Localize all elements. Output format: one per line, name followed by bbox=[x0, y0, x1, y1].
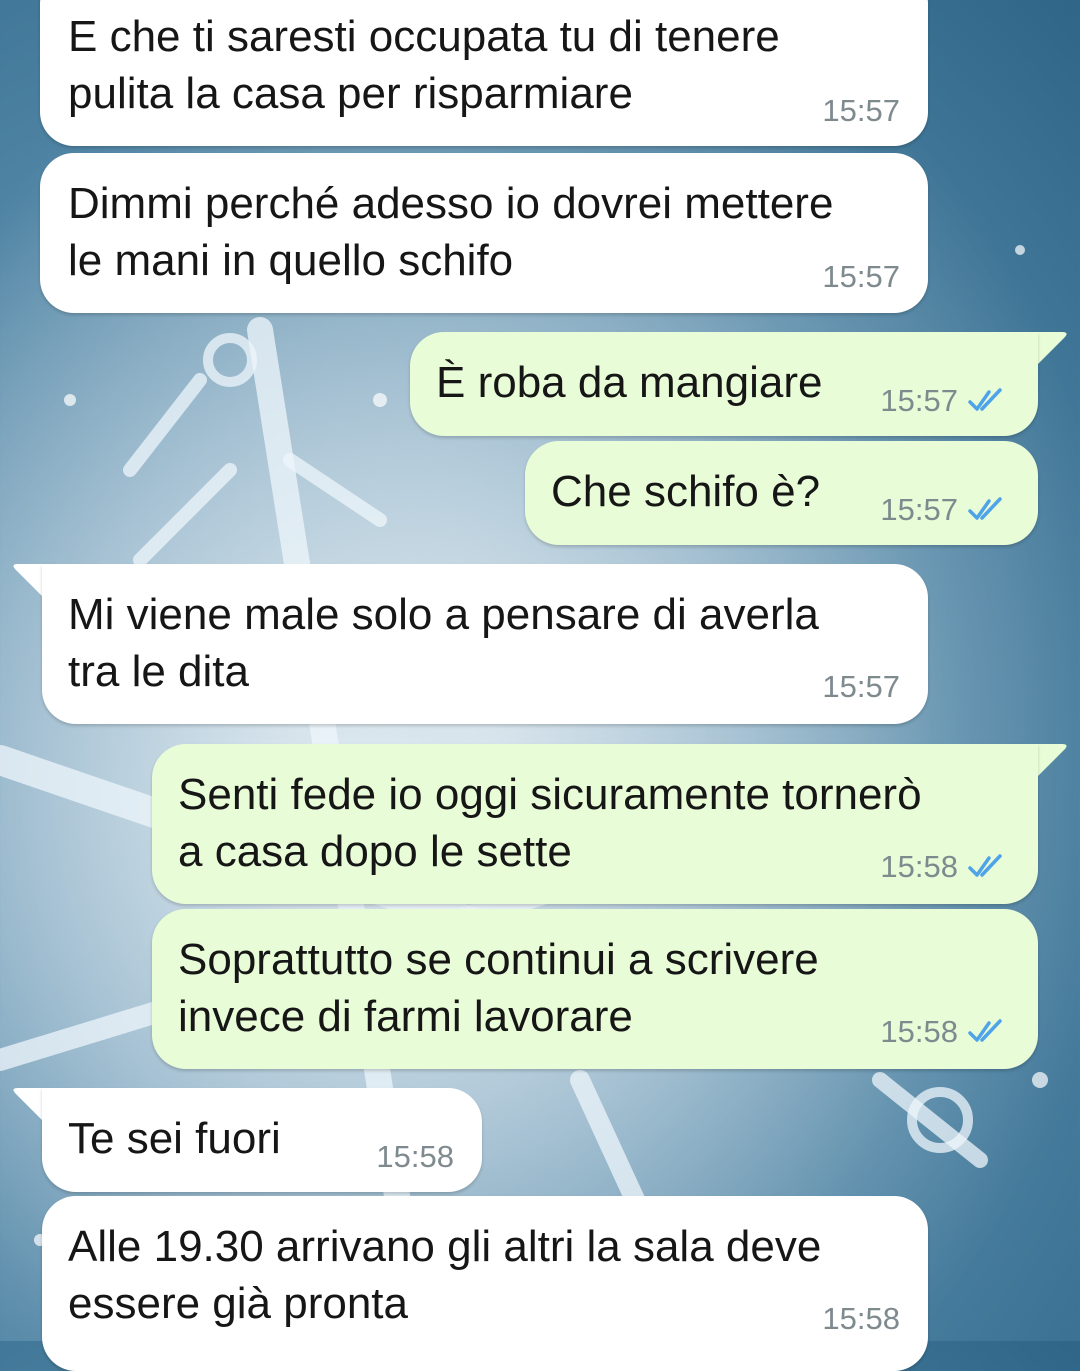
message-text: Mi viene male solo a pensare di averla t… bbox=[68, 590, 819, 696]
double-check-icon bbox=[968, 497, 1002, 520]
message-text: Alle 19.30 arrivano gli altri la sala de… bbox=[68, 1222, 822, 1328]
message-time: 15:57 bbox=[822, 259, 900, 294]
message-text: Che schifo è? bbox=[551, 467, 821, 516]
message-time: 15:57 bbox=[822, 93, 900, 128]
message-time: 15:58 bbox=[822, 1301, 900, 1336]
double-check-icon bbox=[968, 854, 1002, 877]
double-check-icon bbox=[968, 1019, 1002, 1042]
message-time: 15:58 bbox=[880, 849, 958, 884]
double-check-icon bbox=[968, 388, 1002, 411]
message-bubble-outgoing[interactable]: È roba da mangiare 15:57 bbox=[410, 332, 1038, 436]
message-bubble-outgoing[interactable]: Soprattutto se continui a scrivere invec… bbox=[152, 909, 1038, 1069]
message-bubble-incoming[interactable]: E che ti saresti occupata tu di tenere p… bbox=[40, 0, 928, 146]
message-bubble-incoming[interactable]: Dimmi perché adesso io dovrei mettere le… bbox=[40, 153, 928, 313]
message-time: 15:57 bbox=[880, 383, 958, 418]
message-bubble-incoming[interactable]: Te sei fuori 15:58 bbox=[42, 1088, 482, 1192]
message-time: 15:57 bbox=[880, 492, 958, 527]
message-text: Senti fede io oggi sicuramente tornerò a… bbox=[178, 770, 922, 876]
message-bubble-incoming[interactable]: Alle 19.30 arrivano gli altri la sala de… bbox=[42, 1196, 928, 1371]
message-text: Dimmi perché adesso io dovrei mettere le… bbox=[68, 179, 834, 285]
message-text: È roba da mangiare bbox=[436, 358, 823, 407]
message-time: 15:58 bbox=[880, 1014, 958, 1049]
message-bubble-incoming[interactable]: Mi viene male solo a pensare di averla t… bbox=[42, 564, 928, 724]
message-text: Soprattutto se continui a scrivere invec… bbox=[178, 935, 819, 1041]
message-text: Te sei fuori bbox=[68, 1114, 281, 1163]
message-bubble-outgoing[interactable]: Senti fede io oggi sicuramente tornerò a… bbox=[152, 744, 1038, 904]
message-text: E che ti saresti occupata tu di tenere p… bbox=[68, 12, 780, 118]
message-bubble-outgoing[interactable]: Che schifo è? 15:57 bbox=[525, 441, 1038, 545]
message-time: 15:57 bbox=[822, 669, 900, 704]
message-time: 15:58 bbox=[376, 1139, 454, 1174]
